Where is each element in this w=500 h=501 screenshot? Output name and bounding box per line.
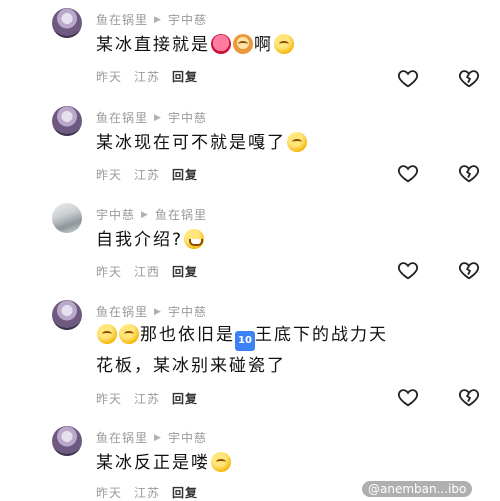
- play-triangle-icon: ▶: [154, 306, 162, 317]
- avatar[interactable]: [52, 426, 82, 456]
- play-triangle-icon: ▶: [154, 14, 162, 25]
- avatar[interactable]: [52, 106, 82, 136]
- avatar[interactable]: [52, 203, 82, 233]
- author-name[interactable]: 鱼在锅里: [96, 429, 148, 446]
- reply-button[interactable]: 回复: [172, 484, 198, 501]
- play-triangle-icon: ▶: [141, 209, 149, 220]
- comment-footer: 昨天 江苏 回复: [96, 68, 198, 85]
- comment-location: 江苏: [134, 486, 161, 500]
- author-name[interactable]: 鱼在锅里: [96, 303, 148, 320]
- broken-heart-icon[interactable]: [458, 162, 480, 184]
- comment-text: 那也依旧是 10 王底下的战力天 花板，某冰别来碰瓷了: [96, 324, 388, 376]
- comment-footer: 昨天 江苏 回复: [96, 484, 198, 501]
- author-name[interactable]: 鱼在锅里: [96, 11, 148, 28]
- reply-to-name[interactable]: 宇中慈: [168, 429, 207, 446]
- comment-meta: 鱼在锅里 ▶ 宇中慈: [96, 429, 207, 446]
- heart-icon[interactable]: [397, 67, 419, 89]
- heart-icon[interactable]: [397, 386, 419, 408]
- broken-heart-icon[interactable]: [458, 67, 480, 89]
- comment-location: 江苏: [134, 168, 161, 182]
- comment-text: 某冰现在可不就是嘎了: [96, 128, 476, 159]
- heart-icon[interactable]: [397, 162, 419, 184]
- reply-button[interactable]: 回复: [172, 263, 198, 280]
- reply-to-name[interactable]: 鱼在锅里: [155, 206, 207, 223]
- comment-time: 昨天: [96, 168, 123, 182]
- comment-footer: 昨天 江西 回复: [96, 263, 198, 280]
- reply-button[interactable]: 回复: [172, 166, 198, 183]
- comment-location: 江苏: [134, 70, 161, 84]
- smirk-emoji-icon: [119, 324, 139, 344]
- reply-to-name[interactable]: 宇中慈: [168, 11, 207, 28]
- comment-location: 江西: [134, 265, 161, 279]
- reply-to-name[interactable]: 宇中慈: [168, 303, 207, 320]
- grin-emoji-icon: [184, 229, 205, 249]
- broken-heart-icon[interactable]: [458, 386, 480, 408]
- comment-text: 某冰直接就是啊: [96, 30, 476, 61]
- smirk-emoji-icon: [97, 324, 117, 344]
- comment-footer: 昨天 江苏 回复: [96, 390, 198, 407]
- author-name[interactable]: 鱼在锅里: [96, 109, 148, 126]
- avatar[interactable]: [52, 8, 82, 38]
- smirk-emoji-icon: [274, 34, 294, 54]
- smirk-emoji-icon: [287, 132, 307, 152]
- comment-location: 江苏: [134, 392, 161, 406]
- heart-icon[interactable]: [397, 259, 419, 281]
- comment-time: 昨天: [96, 486, 123, 500]
- smirk-emoji-icon: [211, 452, 231, 472]
- comment-text: 某冰反正是喽: [96, 448, 476, 479]
- reply-button[interactable]: 回复: [172, 68, 198, 85]
- comment-time: 昨天: [96, 265, 123, 279]
- keycap-ten-icon: 10: [235, 330, 255, 351]
- play-triangle-icon: ▶: [154, 112, 162, 123]
- comment-time: 昨天: [96, 392, 123, 406]
- weibo-watermark: @anemban...ibo: [362, 481, 473, 497]
- author-name[interactable]: 宇中慈: [96, 206, 135, 223]
- doge-emoji-icon: [233, 34, 253, 54]
- play-triangle-icon: ▶: [154, 432, 162, 443]
- comment-meta: 鱼在锅里 ▶ 宇中慈: [96, 303, 207, 320]
- comment-meta: 鱼在锅里 ▶ 宇中慈: [96, 11, 207, 28]
- comment-meta: 鱼在锅里 ▶ 宇中慈: [96, 109, 207, 126]
- comment-meta: 宇中慈 ▶ 鱼在锅里: [96, 206, 207, 223]
- reply-button[interactable]: 回复: [172, 390, 198, 407]
- comment-text: 自我介绍?: [96, 225, 476, 256]
- broken-heart-icon[interactable]: [458, 259, 480, 281]
- avatar[interactable]: [52, 300, 82, 330]
- comment-footer: 昨天 江苏 回复: [96, 166, 198, 183]
- comment-time: 昨天: [96, 70, 123, 84]
- reply-to-name[interactable]: 宇中慈: [168, 109, 207, 126]
- tongue-emoji-icon: [211, 34, 231, 54]
